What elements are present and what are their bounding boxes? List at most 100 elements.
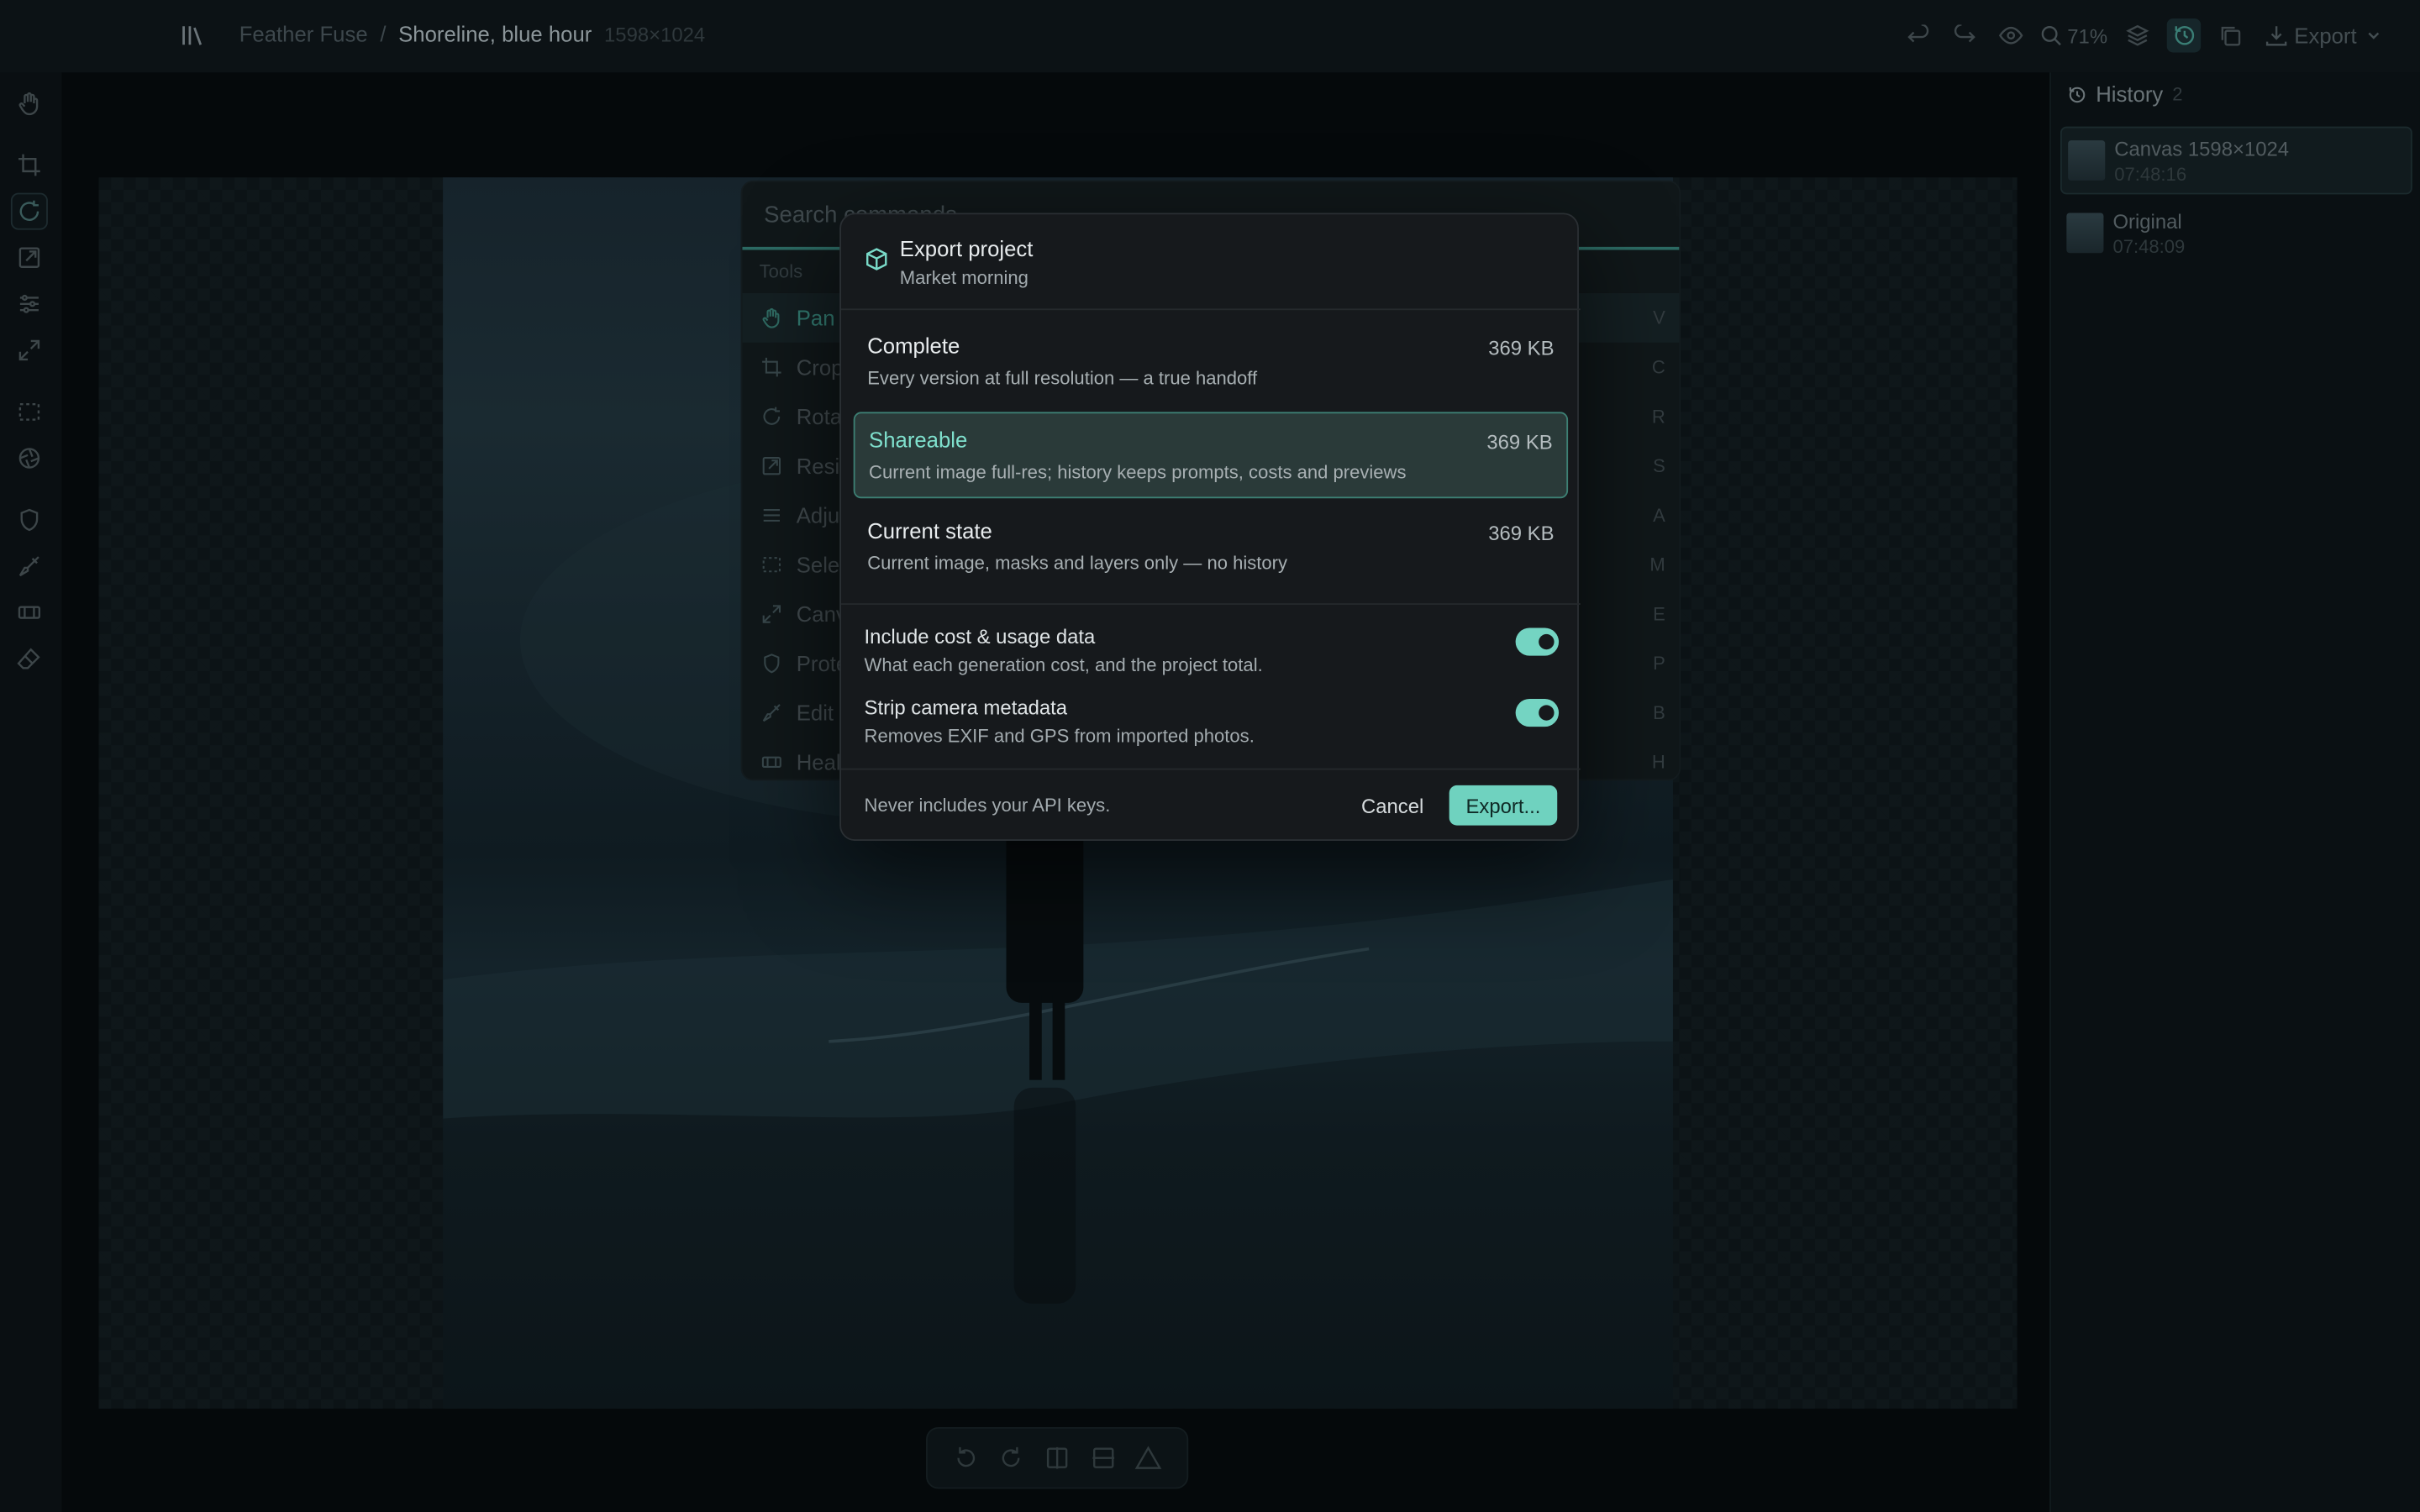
bandage-icon[interactable] — [11, 594, 48, 631]
option-name: Complete — [867, 333, 960, 359]
option-name: Shareable — [869, 427, 968, 453]
export-option-complete[interactable]: Complete 369 KB Every version at full re… — [854, 319, 1568, 406]
rotate-icon — [760, 404, 784, 428]
option-size: 369 KB — [1488, 336, 1555, 360]
history-thumbnail — [2066, 213, 2104, 254]
toolbar-right: 71% Export — [1901, 15, 2389, 55]
package-icon — [865, 247, 889, 271]
shield-icon[interactable] — [11, 501, 48, 538]
history-title: History — [2096, 81, 2164, 107]
palette-item-label: Pan — [796, 305, 835, 331]
palette-item-label: Crop — [796, 354, 844, 380]
app-root: Feather Fuse / Shoreline, blue hour 1598… — [0, 0, 2420, 1512]
flip-horizontal-icon[interactable] — [1042, 1442, 1073, 1473]
adjust-tool-icon[interactable] — [11, 286, 48, 323]
export-option-current-state[interactable]: Current state 369 KB Current image, mask… — [854, 505, 1568, 591]
toggle-title: Strip camera metadata — [864, 696, 1068, 719]
dialog-header: Export project Market morning — [841, 214, 1581, 311]
zoom-control[interactable]: 71% — [2039, 24, 2107, 47]
api-keys-note: Never includes your API keys. — [864, 794, 1111, 816]
cost-usage-toggle[interactable] — [1515, 627, 1560, 656]
library-icon[interactable] — [179, 22, 207, 50]
history-panel: History 2 Canvas 1598×1024 07:48:16 Orig… — [2049, 72, 2420, 1512]
cancel-button[interactable]: Cancel — [1358, 785, 1427, 826]
shortcut-key: C — [1651, 356, 1665, 378]
undo-icon[interactable] — [1901, 18, 1934, 52]
document-dimensions: 1598×1024 — [604, 23, 706, 47]
resize-tool-icon[interactable] — [11, 239, 48, 276]
divider — [841, 603, 1581, 605]
toggle-description: Removes EXIF and GPS from imported photo… — [864, 725, 1255, 747]
warning-triangle-icon[interactable] — [1133, 1442, 1164, 1473]
dialog-title: Export project — [899, 236, 1034, 261]
select-tool-icon[interactable] — [11, 393, 48, 430]
option-size: 369 KB — [1488, 521, 1555, 545]
option-description: Every version at full resolution — a tru… — [867, 367, 1258, 389]
flip-vertical-icon[interactable] — [1087, 1442, 1118, 1473]
history-item-name: Canvas 1598×1024 — [2114, 136, 2290, 160]
history-thumbnail — [2068, 140, 2106, 181]
option-name: Current state — [867, 518, 992, 543]
history-item-time: 07:48:09 — [2112, 235, 2186, 257]
canvas-size-tool-icon[interactable] — [11, 332, 48, 369]
eye-icon[interactable] — [1993, 18, 2027, 52]
palette-item-label: Heal — [796, 749, 841, 775]
palette-section-label: Tools — [759, 260, 803, 283]
history-icon — [2069, 86, 2086, 102]
strip-metadata-toggle[interactable] — [1515, 699, 1560, 727]
history-header: History 2 — [2066, 81, 2183, 107]
dialog-subtitle: Market morning — [899, 266, 1028, 289]
bandage-icon — [760, 750, 784, 774]
shield-icon — [760, 651, 784, 675]
export-menu-label: Export — [2294, 23, 2357, 48]
download-icon — [2265, 26, 2286, 46]
history-icon[interactable] — [2165, 18, 2201, 53]
toggle-title: Include cost & usage data — [864, 624, 1096, 648]
palette-item-label: Edit — [796, 700, 834, 726]
zoom-level: 71% — [2067, 24, 2108, 48]
divider — [841, 768, 1581, 770]
toggle-description: What each generation cost, and the proje… — [864, 654, 1263, 676]
hand-icon — [760, 306, 784, 330]
export-option-shareable[interactable]: Shareable 369 KB Current image full-res;… — [853, 412, 1569, 499]
option-size: 369 KB — [1486, 430, 1553, 454]
rotate-tool-icon[interactable] — [10, 192, 48, 230]
document-title[interactable]: Shoreline, blue hour — [398, 22, 592, 46]
breadcrumb-project[interactable]: Feather Fuse — [239, 22, 368, 46]
breadcrumb-separator: / — [380, 21, 387, 47]
toggle-row-cost-usage: Include cost & usage data What each gene… — [865, 625, 1560, 686]
expand-icon — [760, 601, 784, 626]
brush-icon — [760, 701, 784, 725]
export-dialog: Export project Market morning Complete 3… — [839, 213, 1581, 842]
marquee-icon — [760, 553, 784, 577]
shortcut-key: E — [1653, 603, 1665, 625]
history-item-time: 07:48:16 — [2114, 162, 2187, 185]
layers-icon[interactable] — [2120, 18, 2154, 52]
crop-icon — [760, 354, 784, 379]
left-toolbar — [0, 72, 62, 1512]
crop-tool-icon[interactable] — [11, 146, 48, 183]
copy-icon[interactable] — [2212, 18, 2246, 52]
rotate-left-icon[interactable] — [950, 1442, 981, 1473]
redo-icon[interactable] — [1947, 18, 1981, 52]
breadcrumb: Feather Fuse / Shoreline, blue hour 1598… — [239, 22, 706, 46]
shortcut-key: H — [1651, 751, 1665, 774]
shortcut-key: V — [1653, 307, 1665, 329]
history-item[interactable]: Original 07:48:09 — [2060, 199, 2412, 267]
eraser-icon[interactable] — [11, 640, 48, 677]
sliders-icon — [760, 503, 784, 528]
history-count: 2 — [2172, 83, 2183, 105]
option-description: Current image, masks and layers only — n… — [867, 552, 1288, 575]
shortcut-key: P — [1653, 652, 1665, 675]
aperture-tool-icon[interactable] — [11, 439, 48, 476]
brush-icon[interactable] — [11, 548, 48, 585]
pan-tool-icon[interactable] — [11, 85, 48, 122]
shortcut-key: S — [1653, 454, 1665, 477]
shortcut-key: R — [1651, 406, 1665, 428]
rotate-right-icon[interactable] — [996, 1442, 1027, 1473]
search-icon — [2040, 25, 2060, 46]
history-item[interactable]: Canvas 1598×1024 07:48:16 — [2060, 126, 2412, 195]
option-description: Current image full-res; history keeps pr… — [869, 461, 1407, 483]
export-menu-button[interactable]: Export — [2259, 24, 2389, 48]
export-button[interactable]: Export... — [1449, 785, 1558, 826]
